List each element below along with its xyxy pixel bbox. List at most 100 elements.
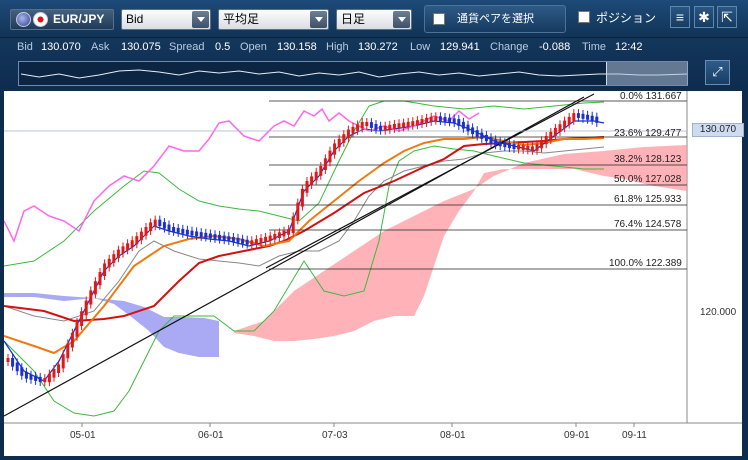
chart-type-select[interactable]: 平均足 bbox=[218, 9, 329, 30]
candle-body bbox=[526, 145, 530, 151]
candle-body bbox=[47, 373, 51, 383]
menu-icon[interactable]: ≡ bbox=[670, 6, 690, 28]
fibo-price-6: 122.389 bbox=[645, 258, 682, 269]
price-type-select[interactable]: Bid bbox=[121, 9, 211, 30]
timeframe-select[interactable]: 日足 bbox=[336, 9, 412, 30]
candle-body bbox=[20, 367, 24, 376]
candlestick-series bbox=[6, 109, 599, 387]
candle-body bbox=[149, 222, 153, 231]
low-value: 129.941 bbox=[440, 41, 480, 53]
candle-body bbox=[305, 181, 309, 193]
fibo-ratio-1: 23.6% bbox=[614, 128, 643, 139]
candle-body bbox=[296, 202, 300, 221]
ask-value: 130.075 bbox=[121, 41, 161, 53]
candle-body bbox=[379, 125, 383, 131]
timeframe-value: 日足 bbox=[341, 12, 366, 26]
candle-body bbox=[218, 234, 222, 240]
price-tick-label: 120.000 bbox=[700, 307, 737, 318]
candle-body bbox=[319, 166, 323, 176]
price-chart[interactable]: 0.0% 131.667 23.6% 129.477 38.2% 128.123… bbox=[3, 91, 744, 456]
fibo-price-5: 124.578 bbox=[645, 219, 682, 230]
candle-body bbox=[507, 143, 511, 149]
candle-body bbox=[34, 375, 38, 381]
candle-body bbox=[208, 233, 212, 239]
high-value: 130.272 bbox=[358, 41, 398, 53]
change-label: Change bbox=[490, 41, 529, 53]
candle-body bbox=[245, 239, 249, 245]
candle-body bbox=[420, 119, 424, 125]
candle-body bbox=[89, 290, 93, 305]
expand-icon[interactable]: ⇱ bbox=[717, 6, 737, 28]
candle-body bbox=[351, 126, 355, 134]
chart-navigator[interactable] bbox=[18, 61, 688, 86]
fit-view-icon[interactable]: ⤢ bbox=[705, 60, 730, 85]
fibo-price-3: 127.028 bbox=[645, 174, 682, 185]
candle-body bbox=[268, 235, 272, 241]
fibo-ratio-6: 100.0% bbox=[609, 258, 643, 269]
candle-body bbox=[402, 122, 406, 128]
candle-body bbox=[535, 144, 539, 151]
candle-body bbox=[116, 249, 120, 259]
candle-body bbox=[158, 219, 162, 227]
select-pair-label: 通貨ペアを選択 bbox=[457, 13, 534, 25]
low-label: Low bbox=[410, 41, 431, 53]
candle-body bbox=[43, 378, 47, 383]
fibo-ratio-5: 76.4% bbox=[614, 219, 643, 230]
candle-body bbox=[415, 120, 419, 126]
candle-body bbox=[383, 125, 387, 131]
candle-body bbox=[6, 358, 10, 362]
candle-body bbox=[181, 228, 185, 234]
position-checkbox[interactable] bbox=[578, 11, 590, 23]
candle-body bbox=[342, 134, 346, 143]
candle-body bbox=[475, 130, 479, 137]
candle-body bbox=[333, 143, 337, 155]
chart-type-value: 平均足 bbox=[223, 12, 260, 26]
candle-body bbox=[489, 137, 493, 144]
candle-body bbox=[503, 142, 507, 148]
candle-body bbox=[369, 122, 373, 128]
chart-canvas bbox=[3, 91, 742, 427]
candle-body bbox=[29, 374, 33, 380]
candle-body bbox=[126, 243, 130, 251]
candle-body bbox=[231, 236, 235, 242]
navigator-sparkline bbox=[20, 69, 688, 79]
spread-value: 0.5 bbox=[215, 41, 231, 53]
currency-pair-select[interactable]: EUR/JPY bbox=[10, 9, 114, 30]
candle-body bbox=[392, 123, 396, 129]
candle-body bbox=[24, 371, 28, 379]
candle-body bbox=[84, 300, 88, 316]
candle-body bbox=[484, 134, 488, 142]
candle-body bbox=[576, 113, 580, 118]
candle-body bbox=[135, 236, 139, 245]
candle-body bbox=[512, 144, 516, 149]
candle-body bbox=[107, 258, 111, 268]
candle-body bbox=[144, 227, 148, 236]
time-value: 12:42 bbox=[615, 41, 643, 53]
current-price-tag: 130.070 bbox=[692, 123, 744, 137]
date-label: 08-01 bbox=[440, 430, 466, 441]
candle-body bbox=[254, 239, 258, 245]
chevron-down-icon bbox=[393, 11, 410, 28]
candle-body bbox=[494, 139, 498, 146]
navigator-range-handle[interactable] bbox=[606, 62, 688, 85]
candle-body bbox=[130, 240, 134, 248]
candle-body bbox=[52, 369, 56, 378]
fibo-ratio-3: 50.0% bbox=[614, 174, 643, 185]
high-label: High bbox=[326, 41, 349, 53]
ask-label: Ask bbox=[91, 41, 110, 53]
candle-body bbox=[443, 116, 447, 122]
candle-body bbox=[57, 364, 61, 373]
select-currency-pair-button[interactable]: 通貨ペアを選択 bbox=[424, 5, 566, 33]
open-value: 130.158 bbox=[277, 41, 317, 53]
fibo-ratio-0: 0.0% bbox=[620, 91, 643, 102]
candle-body bbox=[544, 136, 548, 145]
gear-icon[interactable]: ✱ bbox=[694, 6, 714, 28]
candle-body bbox=[287, 229, 291, 235]
candle-body bbox=[213, 234, 217, 239]
candle-body bbox=[80, 311, 84, 326]
candle-body bbox=[190, 230, 194, 236]
candle-body bbox=[112, 254, 116, 263]
fibo-ratio-4: 61.8% bbox=[614, 194, 643, 205]
candle-body bbox=[457, 119, 461, 126]
candle-body bbox=[139, 231, 143, 241]
